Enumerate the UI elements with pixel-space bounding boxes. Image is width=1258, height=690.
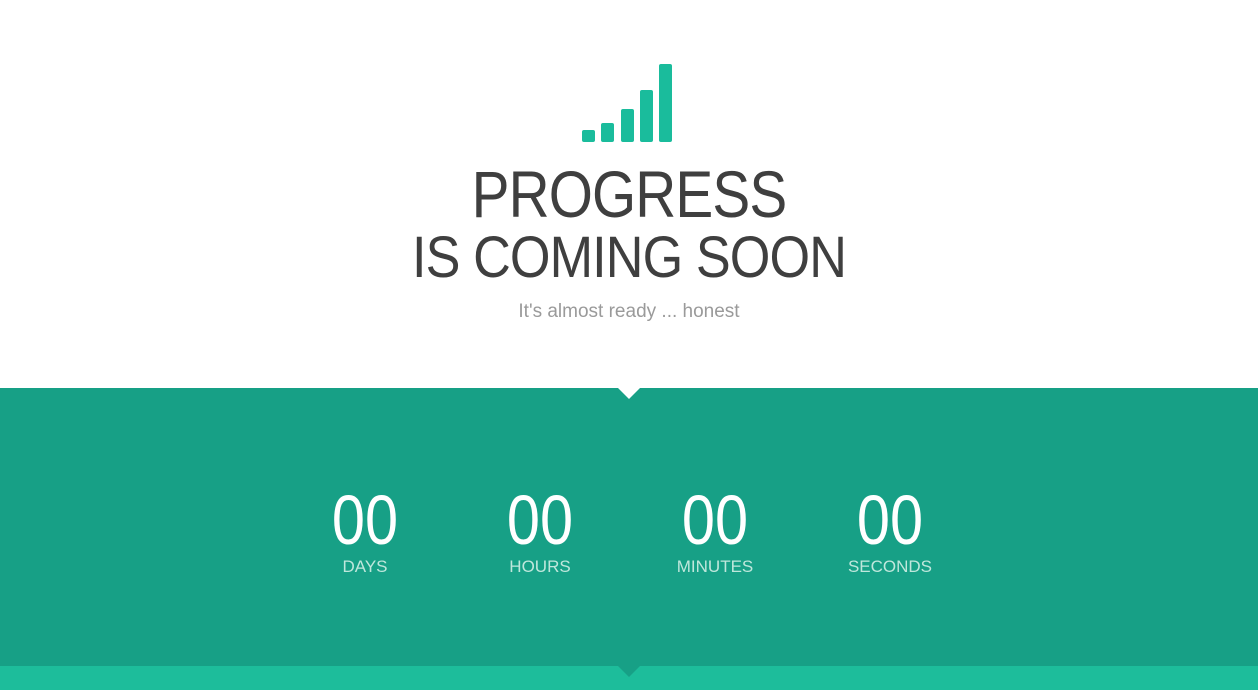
section-divider-notch xyxy=(618,388,640,399)
countdown-hours: 00 HOURS xyxy=(465,480,615,578)
logo-bar xyxy=(621,109,634,142)
page-title: PROGRESS xyxy=(471,157,788,231)
countdown-days: 00 DAYS xyxy=(290,480,440,578)
countdown-minutes: 00 MINUTES xyxy=(640,480,790,578)
countdown-seconds-value: 00 xyxy=(856,481,924,559)
logo-bar xyxy=(601,123,614,142)
countdown-section xyxy=(0,388,1258,666)
countdown-minutes-value: 00 xyxy=(681,481,749,559)
logo-bar xyxy=(582,130,595,142)
countdown-seconds: 00 SECONDS xyxy=(815,480,965,578)
footer-divider-notch xyxy=(618,666,640,677)
logo-bar xyxy=(640,90,653,142)
countdown-days-value: 00 xyxy=(331,481,399,559)
tagline: It's almost ready ... honest xyxy=(518,301,740,322)
logo-bar xyxy=(659,64,672,142)
countdown-hours-value: 00 xyxy=(506,481,574,559)
page-subtitle: IS COMING SOON xyxy=(411,225,847,290)
hero-section: PROGRESS IS COMING SOON It's almost read… xyxy=(0,0,1258,388)
signal-bars-icon xyxy=(582,64,674,144)
